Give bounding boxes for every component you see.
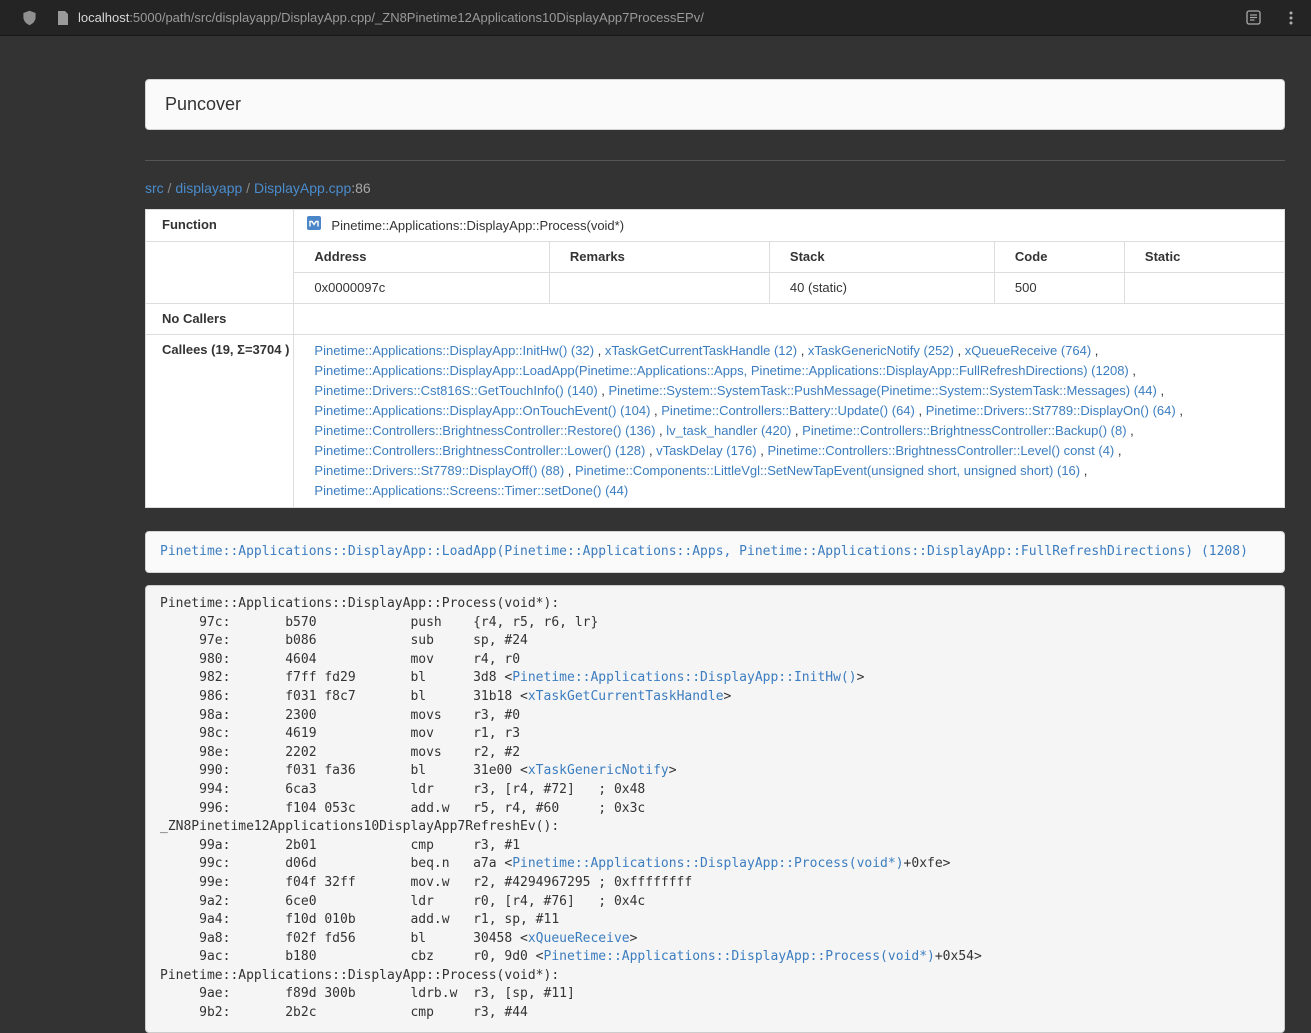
shield-icon[interactable]	[22, 10, 37, 26]
no-callers-label: No Callers	[146, 304, 294, 335]
callee-separator: ,	[594, 343, 605, 358]
callee-separator: ,	[1127, 423, 1134, 438]
breadcrumb-link[interactable]: DisplayApp.cpp	[254, 180, 351, 196]
function-name: Pinetime::Applications::DisplayApp::Proc…	[331, 217, 624, 235]
callee-link[interactable]: Pinetime::Components::LittleVgl::SetNewT…	[575, 463, 1080, 478]
column-code: Code	[994, 242, 1124, 273]
callee-link[interactable]: Pinetime::System::SystemTask::PushMessag…	[609, 383, 1157, 398]
symbol-link[interactable]: Pinetime::Applications::DisplayApp::Proc…	[544, 949, 935, 964]
symbol-link[interactable]: xQueueReceive	[528, 931, 630, 946]
callee-separator: ,	[1176, 403, 1183, 418]
callee-link[interactable]: Pinetime::Controllers::BrightnessControl…	[767, 443, 1114, 458]
callee-link[interactable]: xTaskGenericNotify (252)	[808, 343, 954, 358]
stats-value-row: 0x0000097c 40 (static) 500	[294, 273, 1284, 304]
breadcrumb: src / displayapp / DisplayApp.cpp:86	[145, 161, 1285, 209]
callee-separator: ,	[1129, 363, 1136, 378]
app-title[interactable]: Puncover	[165, 94, 241, 114]
column-address: Address	[294, 242, 549, 273]
symbol-link[interactable]: Pinetime::Applications::DisplayApp::Init…	[512, 670, 856, 685]
stats-cell: Address Remarks Stack Code Static 0x0000…	[294, 242, 1285, 304]
callee-separator: ,	[1114, 443, 1121, 458]
breadcrumb-line-number: :86	[351, 180, 370, 196]
callee-link[interactable]: Pinetime::Drivers::Cst816S::GetTouchInfo…	[314, 383, 597, 398]
no-callers-cell	[294, 304, 1285, 335]
app-header-panel: Puncover	[145, 79, 1285, 130]
callees-row: Callees (19, Σ=3704 ) Pinetime::Applicat…	[146, 335, 1285, 508]
callee-link[interactable]: Pinetime::Drivers::St7789::DisplayOn() (…	[926, 403, 1176, 418]
callee-separator: ,	[797, 343, 808, 358]
symbol-link[interactable]: Pinetime::Applications::DisplayApp::Proc…	[512, 856, 903, 871]
callee-link[interactable]: xQueueReceive (764)	[965, 343, 1091, 358]
code-value: 500	[994, 273, 1124, 304]
callee-separator: ,	[1080, 463, 1087, 478]
reader-mode-icon[interactable]	[1246, 10, 1261, 25]
url-bar[interactable]: localhost:5000/path/src/displayapp/Displ…	[78, 10, 704, 25]
remarks-value	[549, 273, 769, 304]
stack-value: 40 (static)	[769, 273, 994, 304]
callee-separator: ,	[1091, 343, 1098, 358]
method-icon	[306, 215, 322, 236]
callee-separator: ,	[954, 343, 965, 358]
menu-icon[interactable]	[1289, 10, 1297, 26]
callees-list: Pinetime::Applications::DisplayApp::Init…	[294, 335, 1285, 508]
url-path: :5000/path/src/displayapp/DisplayApp.cpp…	[129, 10, 704, 25]
function-label: Function	[146, 210, 294, 242]
stats-row: Address Remarks Stack Code Static 0x0000…	[146, 242, 1285, 304]
no-callers-row: No Callers	[146, 304, 1285, 335]
callee-link[interactable]: vTaskDelay (176)	[656, 443, 756, 458]
column-stack: Stack	[769, 242, 994, 273]
callee-link[interactable]: Pinetime::Drivers::St7789::DisplayOff() …	[314, 463, 564, 478]
symbol-link[interactable]: xTaskGenericNotify	[528, 763, 669, 778]
page-content: Puncover src / displayapp / DisplayApp.c…	[130, 79, 1300, 1033]
breadcrumb-separator: /	[242, 180, 254, 196]
breadcrumb-link[interactable]: src	[145, 180, 164, 196]
callee-link[interactable]: Pinetime::Controllers::Battery::Update()…	[661, 403, 915, 418]
disassembly: Pinetime::Applications::DisplayApp::Proc…	[145, 585, 1285, 1033]
stats-table: Address Remarks Stack Code Static 0x0000…	[294, 242, 1284, 303]
callee-link[interactable]: Pinetime::Controllers::BrightnessControl…	[314, 443, 645, 458]
callee-separator: ,	[655, 423, 666, 438]
function-name-cell: Pinetime::Applications::DisplayApp::Proc…	[294, 210, 1285, 242]
column-static: Static	[1124, 242, 1284, 273]
stats-header-row: Address Remarks Stack Code Static	[294, 242, 1284, 273]
address-value: 0x0000097c	[294, 273, 549, 304]
callee-separator: ,	[791, 423, 802, 438]
function-table: Function Pinetime::Applications::Display…	[145, 209, 1285, 508]
callee-link[interactable]: Pinetime::Controllers::BrightnessControl…	[802, 423, 1126, 438]
page-icon	[57, 11, 69, 25]
symbol-link[interactable]: xTaskGetCurrentTaskHandle	[528, 689, 724, 704]
callee-separator: ,	[645, 443, 656, 458]
selected-callee-link[interactable]: Pinetime::Applications::DisplayApp::Load…	[160, 544, 1248, 559]
callee-link[interactable]: Pinetime::Applications::DisplayApp::Init…	[314, 343, 594, 358]
empty-label-cell	[146, 242, 294, 304]
callee-link[interactable]: Pinetime::Applications::Screens::Timer::…	[314, 483, 628, 498]
callee-separator: ,	[564, 463, 575, 478]
callee-separator: ,	[1157, 383, 1164, 398]
url-host: localhost	[78, 10, 129, 25]
selected-callee-panel: Pinetime::Applications::DisplayApp::Load…	[145, 531, 1285, 573]
breadcrumb-separator: /	[164, 180, 176, 196]
callee-link[interactable]: Pinetime::Controllers::BrightnessControl…	[314, 423, 655, 438]
callees-label: Callees (19, Σ=3704 )	[146, 335, 294, 508]
function-row: Function Pinetime::Applications::Display…	[146, 210, 1285, 242]
callee-link[interactable]: lv_task_handler (420)	[666, 423, 791, 438]
static-value	[1124, 273, 1284, 304]
callee-separator: ,	[915, 403, 926, 418]
callee-link[interactable]: xTaskGetCurrentTaskHandle (12)	[605, 343, 797, 358]
callee-separator: ,	[650, 403, 661, 418]
callee-separator: ,	[757, 443, 768, 458]
browser-chrome: localhost:5000/path/src/displayapp/Displ…	[0, 0, 1311, 36]
breadcrumb-link[interactable]: displayapp	[175, 180, 242, 196]
callee-link[interactable]: Pinetime::Applications::DisplayApp::OnTo…	[314, 403, 650, 418]
column-remarks: Remarks	[549, 242, 769, 273]
callee-separator: ,	[598, 383, 609, 398]
callee-link[interactable]: Pinetime::Applications::DisplayApp::Load…	[314, 363, 1128, 378]
